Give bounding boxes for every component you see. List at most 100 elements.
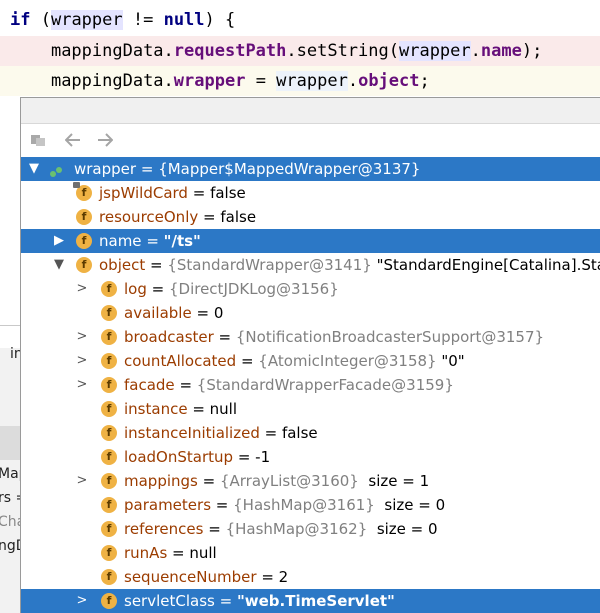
var-name: references: [124, 520, 204, 538]
var-value: "0": [436, 352, 465, 370]
object-ref: {HashMap@3162}: [225, 520, 368, 538]
var-value: false: [210, 184, 246, 202]
equals-sign: =: [167, 544, 190, 562]
var-name: jspWildCard: [99, 184, 188, 202]
field-icon: f: [101, 593, 117, 609]
field-icon: f: [76, 257, 92, 273]
var-name: sequenceNumber: [124, 568, 257, 586]
tree-label: name = "/ts": [99, 229, 201, 253]
field-name: name: [480, 41, 522, 61]
var-name: log: [124, 280, 147, 298]
tree-row-loadonstartup[interactable]: f loadOnStartup = -1: [21, 445, 600, 469]
chevron-right-icon[interactable]: >: [75, 349, 89, 373]
chevron-down-icon[interactable]: ▼: [27, 157, 41, 181]
tree-row-wrapper[interactable]: ▼ wrapper = {Mapper$MappedWrapper@3137}: [21, 157, 600, 181]
popup-toolbar: [21, 124, 600, 156]
keyword-null: null: [163, 10, 205, 30]
object-ref: {StandardWrapper@3141}: [167, 256, 372, 274]
tree-row-available[interactable]: f available = 0: [21, 301, 600, 325]
statement-end: );: [521, 41, 543, 61]
field-icon: f: [101, 473, 117, 489]
object-ref: {AtomicInteger@3158}: [258, 352, 437, 370]
chevron-right-icon[interactable]: >: [75, 325, 89, 349]
field-object: object: [358, 71, 420, 91]
var-value: size = 0: [374, 496, 446, 514]
dot: .: [163, 41, 174, 61]
tree-row-parameters[interactable]: f parameters = {HashMap@3161} size = 0: [21, 493, 600, 517]
variable-inspector-popup[interactable]: ▼ wrapper = {Mapper$MappedWrapper@3137} …: [20, 97, 600, 613]
chevron-right-icon[interactable]: ▶: [52, 229, 66, 253]
tree-label: runAs = null: [124, 541, 217, 565]
code-object: mappingData: [50, 71, 164, 91]
var-name: mappings: [124, 472, 198, 490]
field-icon: f: [101, 353, 117, 369]
object-ref: {DirectJDKLog@3156}: [168, 280, 339, 298]
equals-sign: =: [141, 232, 164, 250]
equals-sign: =: [174, 376, 197, 394]
field-request-path: requestPath: [173, 41, 287, 61]
operator: !=: [122, 10, 164, 30]
tree-row-broadcaster[interactable]: > f broadcaster = {NotificationBroadcast…: [21, 325, 600, 349]
tree-row-countallocated[interactable]: > f countAllocated = {AtomicInteger@3158…: [21, 349, 600, 373]
tree-row-object[interactable]: ▼ f object = {StandardWrapper@3141} "Sta…: [21, 253, 600, 277]
equals-sign: =: [145, 256, 168, 274]
tree-row-instance[interactable]: f instance = null: [21, 397, 600, 421]
code-line-3[interactable]: mappingData.wrapper = wrapper.object;: [0, 66, 600, 96]
side-fragment: rs =: [0, 490, 22, 506]
tree-label: facade = {StandardWrapperFacade@3159}: [124, 373, 454, 397]
variables-tree[interactable]: ▼ wrapper = {Mapper$MappedWrapper@3137} …: [21, 157, 600, 613]
chevron-right-icon[interactable]: >: [75, 589, 89, 613]
tree-row-runas[interactable]: f runAs = null: [21, 541, 600, 565]
code-line-2[interactable]: mappingData.requestPath.setString(wrappe…: [0, 36, 600, 66]
tree-row-mappings[interactable]: > f mappings = {ArrayList@3160} size = 1: [21, 469, 600, 493]
tree-label: references = {HashMap@3162} size = 0: [124, 517, 438, 541]
tree-row-facade[interactable]: > f facade = {StandardWrapperFacade@3159…: [21, 373, 600, 397]
tree-row-instanceinitialized[interactable]: f instanceInitialized = false: [21, 421, 600, 445]
var-wrapper: wrapper: [276, 71, 348, 91]
keyword-if: if: [10, 10, 31, 30]
popup-header[interactable]: [21, 98, 600, 124]
frame-icon[interactable]: [29, 130, 49, 150]
chevron-down-icon[interactable]: ▼: [52, 253, 66, 277]
tree-label: instanceInitialized = false: [124, 421, 318, 445]
tree-label: instance = null: [124, 397, 237, 421]
tree-row-log[interactable]: > f log = {DirectJDKLog@3156}: [21, 277, 600, 301]
equals-sign: =: [187, 400, 210, 418]
var-value: -1: [255, 448, 271, 466]
tree-label: sequenceNumber = 2: [124, 565, 288, 589]
dot: .: [163, 71, 174, 91]
var-wrapper: wrapper: [50, 10, 123, 30]
var-value: "StandardEngine[Catalina].Standa: [376, 256, 600, 274]
field-icon: f: [101, 497, 117, 513]
tree-row-servletclass[interactable]: > f servletClass = "web.TimeServlet": [21, 589, 600, 613]
band: [0, 326, 22, 348]
tree-row-name[interactable]: ▶ f name = "/ts": [21, 229, 600, 253]
chevron-right-icon[interactable]: >: [75, 373, 89, 397]
var-value: 2: [278, 568, 289, 586]
tree-row-resourceonly[interactable]: f resourceOnly = false: [21, 205, 600, 229]
code-line-1[interactable]: if (wrapper != null) {: [0, 5, 600, 35]
tree-row-jspwildcard[interactable]: f jspWildCard = false: [21, 181, 600, 205]
object-ref: {HashMap@3161}: [233, 496, 375, 514]
var-name: name: [99, 232, 142, 250]
var-value: "/ts": [163, 232, 201, 250]
field-icon: f: [101, 401, 117, 417]
tree-label: resourceOnly = false: [99, 205, 256, 229]
tree-label: parameters = {HashMap@3161} size = 0: [124, 493, 445, 517]
var-name: wrapper: [74, 160, 137, 178]
forward-arrow-icon[interactable]: [95, 130, 115, 150]
tree-label: log = {DirectJDKLog@3156}: [124, 277, 339, 301]
var-name: resourceOnly: [99, 208, 199, 226]
chevron-right-icon[interactable]: >: [75, 469, 89, 493]
object-ref: {NotificationBroadcasterSupport@3157}: [235, 328, 545, 346]
tree-label: mappings = {ArrayList@3160} size = 1: [124, 469, 429, 493]
equals-sign: =: [146, 280, 169, 298]
chevron-right-icon[interactable]: >: [75, 277, 89, 301]
tree-row-references[interactable]: f references = {HashMap@3162} size = 0: [21, 517, 600, 541]
tree-row-sequencenumber[interactable]: f sequenceNumber = 2: [21, 565, 600, 589]
back-arrow-icon[interactable]: [63, 130, 83, 150]
object-ref: {ArrayList@3160}: [219, 472, 359, 490]
var-name: object: [99, 256, 146, 274]
